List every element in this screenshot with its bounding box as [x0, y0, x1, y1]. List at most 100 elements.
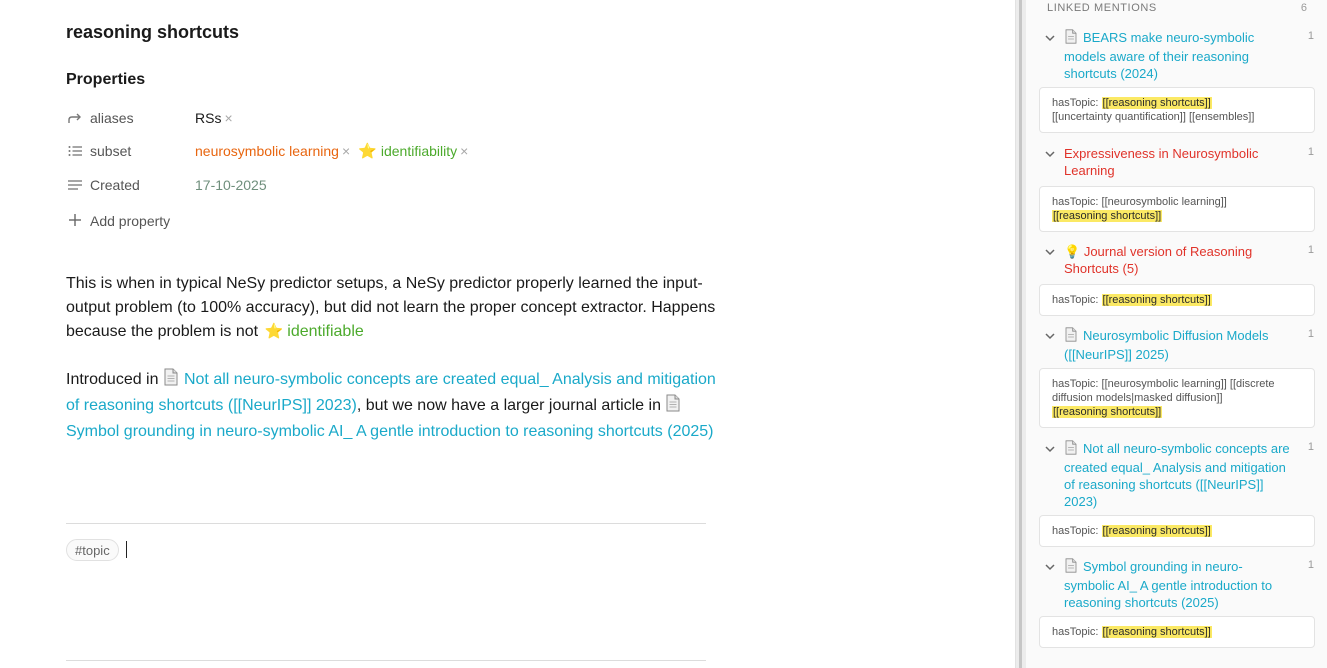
- mention-context-card[interactable]: hasTopic: [[reasoning shortcuts]]: [1039, 515, 1315, 547]
- add-property-label: Add property: [90, 213, 171, 229]
- linked-mentions-count: 6: [1300, 2, 1307, 14]
- mention-count: 1: [1307, 30, 1314, 42]
- card-text: hasTopic: [[neurosymbolic learning]]: [1052, 196, 1227, 208]
- chevron-down-icon[interactable]: [1044, 148, 1056, 160]
- mention-title: BEARS make neuro-symbolic models aware o…: [1064, 30, 1255, 81]
- property-value-subset: neurosymbolic learning × ⭐ identifiabili…: [195, 142, 476, 160]
- document-icon: [1064, 558, 1078, 577]
- mention-link[interactable]: BEARS make neuro-symbolic models aware o…: [1064, 29, 1292, 82]
- star-icon: ⭐: [264, 323, 284, 340]
- text-lines-icon: [66, 177, 83, 194]
- property-label: Created: [90, 177, 140, 193]
- card-text: [[uncertainty quantification]] [[ensembl…: [1052, 111, 1255, 123]
- subset-link-identifiability[interactable]: identifiability: [381, 143, 457, 159]
- mention-item: BEARS make neuro-symbolic models aware o…: [1044, 29, 1314, 82]
- remove-subset-icon[interactable]: ×: [460, 143, 468, 159]
- plus-icon: [66, 212, 84, 230]
- card-text: hasTopic:: [1052, 294, 1102, 306]
- card-text: hasTopic:: [1052, 626, 1102, 638]
- properties-heading[interactable]: Properties: [66, 71, 145, 89]
- paragraph-text: , but we now have a larger journal artic…: [356, 397, 661, 414]
- divider: [66, 660, 706, 661]
- mention-count: 1: [1307, 441, 1314, 453]
- note-link-symbol-grounding[interactable]: Symbol grounding in neuro-symbolic AI_ A…: [66, 423, 714, 440]
- paragraph-definition[interactable]: This is when in typical NeSy predictor s…: [66, 272, 716, 344]
- mention-item: Neurosymbolic Diffusion Models ([[NeurIP…: [1044, 327, 1314, 363]
- topic-tag[interactable]: #topic: [66, 539, 119, 561]
- property-key-created[interactable]: Created: [66, 177, 195, 194]
- mention-count: 1: [1307, 328, 1314, 340]
- divider: [66, 523, 706, 524]
- chevron-down-icon[interactable]: [1044, 32, 1056, 44]
- lightbulb-icon: 💡: [1064, 244, 1081, 259]
- chevron-down-icon[interactable]: [1044, 246, 1056, 258]
- list-icon: [66, 143, 83, 160]
- mention-count: 1: [1307, 146, 1314, 158]
- property-value-aliases[interactable]: RSs ×: [195, 110, 241, 126]
- card-text: hasTopic:: [1052, 525, 1102, 537]
- highlighted-link[interactable]: [[reasoning shortcuts]]: [1101, 525, 1212, 537]
- highlighted-link[interactable]: [[reasoning shortcuts]]: [1101, 626, 1212, 638]
- document-icon: [1064, 29, 1078, 48]
- mention-context-card[interactable]: hasTopic: [[neurosymbolic learning]] [[d…: [1039, 368, 1315, 428]
- editor-pane: reasoning shortcuts Properties aliases R…: [0, 0, 1015, 668]
- note-title[interactable]: reasoning shortcuts: [66, 22, 239, 43]
- identifiable-link[interactable]: identifiable: [287, 323, 364, 340]
- card-text: hasTopic:: [1052, 97, 1102, 109]
- property-key-subset[interactable]: subset: [66, 143, 195, 160]
- mention-title: Symbol grounding in neuro-symbolic AI_ A…: [1064, 559, 1273, 610]
- highlighted-link[interactable]: [[reasoning shortcuts]]: [1101, 294, 1212, 306]
- property-label: aliases: [90, 110, 134, 126]
- corner-up-right-arrow-icon: [66, 110, 83, 127]
- document-icon: [163, 368, 179, 394]
- property-created: Created 17-10-2025: [66, 174, 267, 196]
- property-subset: subset neurosymbolic learning × ⭐ identi…: [66, 140, 476, 162]
- linked-mentions-sidebar: LINKED MENTIONS 6 BEARS make neuro-symbo…: [1026, 0, 1327, 668]
- document-icon: [1064, 327, 1078, 346]
- mention-title: Not all neuro-symbolic concepts are crea…: [1064, 441, 1290, 509]
- paragraph-introduced[interactable]: Introduced in Not all neuro-symbolic con…: [66, 368, 716, 444]
- mention-link[interactable]: 💡 Journal version of Reasoning Shortcuts…: [1064, 243, 1292, 277]
- linked-mentions-heading[interactable]: LINKED MENTIONS: [1047, 2, 1157, 14]
- document-icon: [665, 394, 681, 420]
- highlighted-link[interactable]: [[reasoning shortcuts]]: [1101, 97, 1212, 109]
- highlighted-link[interactable]: [[reasoning shortcuts]]: [1052, 210, 1163, 222]
- subset-link-neurosymbolic-learning[interactable]: neurosymbolic learning: [195, 143, 339, 159]
- mention-link[interactable]: Expressiveness in Neurosymbolic Learning: [1064, 145, 1292, 179]
- add-property-button[interactable]: Add property: [66, 210, 170, 232]
- mention-count: 1: [1307, 244, 1314, 256]
- document-icon: [1064, 440, 1078, 459]
- property-aliases: aliases RSs ×: [66, 107, 241, 129]
- property-label: subset: [90, 143, 132, 159]
- card-text: hasTopic: [[neurosymbolic learning]] [[d…: [1052, 378, 1275, 404]
- property-value-created[interactable]: 17-10-2025: [195, 177, 267, 193]
- mention-link[interactable]: Not all neuro-symbolic concepts are crea…: [1064, 440, 1292, 510]
- remove-alias-icon[interactable]: ×: [224, 110, 232, 126]
- mention-title: Expressiveness in Neurosymbolic Learning: [1064, 146, 1259, 178]
- mention-link[interactable]: Neurosymbolic Diffusion Models ([[NeurIP…: [1064, 327, 1292, 363]
- property-key-aliases[interactable]: aliases: [66, 110, 195, 127]
- remove-subset-icon[interactable]: ×: [342, 143, 350, 159]
- star-icon: ⭐: [358, 143, 377, 160]
- mention-context-card[interactable]: hasTopic: [[reasoning shortcuts]]: [1039, 284, 1315, 316]
- created-date[interactable]: 17-10-2025: [195, 177, 267, 193]
- mention-context-card[interactable]: hasTopic: [[reasoning shortcuts]] [[unce…: [1039, 87, 1315, 133]
- mention-count: 1: [1307, 559, 1314, 571]
- mention-context-card[interactable]: hasTopic: [[reasoning shortcuts]]: [1039, 616, 1315, 648]
- chevron-down-icon[interactable]: [1044, 443, 1056, 455]
- chevron-down-icon[interactable]: [1044, 330, 1056, 342]
- pane-scrollbar[interactable]: [1019, 0, 1022, 668]
- mention-title: Neurosymbolic Diffusion Models ([[NeurIP…: [1064, 328, 1269, 362]
- paragraph-text: This is when in typical NeSy predictor s…: [66, 275, 716, 340]
- mention-link[interactable]: Symbol grounding in neuro-symbolic AI_ A…: [1064, 558, 1292, 611]
- mention-item: Expressiveness in Neurosymbolic Learning…: [1044, 145, 1314, 179]
- alias-chip[interactable]: RSs: [195, 110, 221, 126]
- mention-item: Symbol grounding in neuro-symbolic AI_ A…: [1044, 558, 1314, 611]
- mention-item: Not all neuro-symbolic concepts are crea…: [1044, 440, 1314, 510]
- paragraph-text: Introduced in: [66, 371, 159, 388]
- chevron-down-icon[interactable]: [1044, 561, 1056, 573]
- text-caret: [126, 541, 127, 558]
- highlighted-link[interactable]: [[reasoning shortcuts]]: [1052, 406, 1163, 418]
- mention-context-card[interactable]: hasTopic: [[neurosymbolic learning]] [[r…: [1039, 186, 1315, 232]
- mention-item: 💡 Journal version of Reasoning Shortcuts…: [1044, 243, 1314, 277]
